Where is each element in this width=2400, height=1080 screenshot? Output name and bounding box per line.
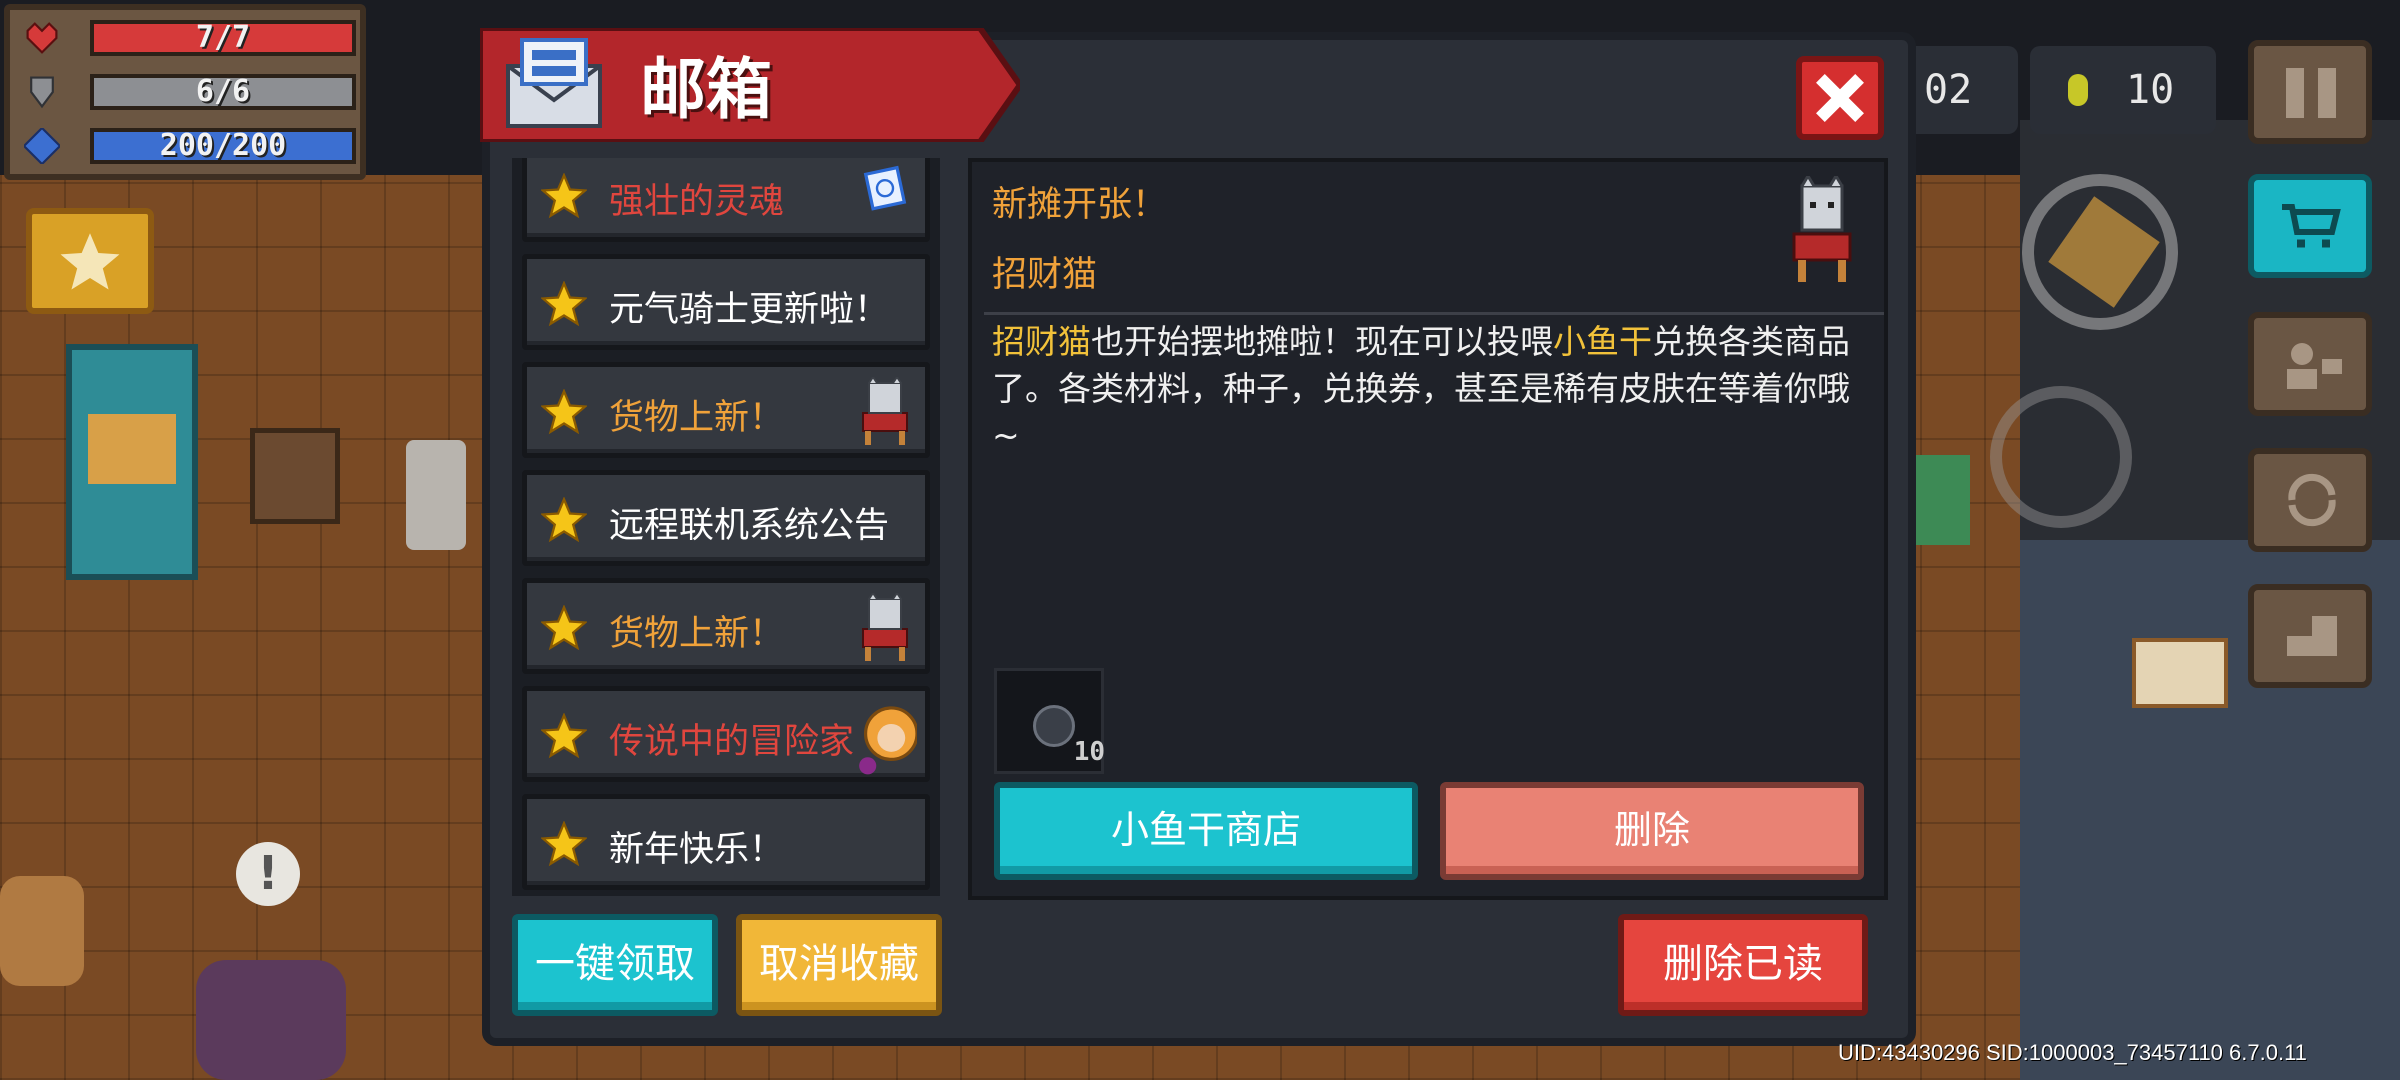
mail-sender: 新摊开张！ [992,185,1168,225]
achievement-button[interactable] [26,208,154,314]
cat-thumbnail-icon [857,375,913,447]
favorite-star-icon [539,496,589,543]
wooden-cabinet [250,428,340,524]
fish-coin-icon [1033,705,1075,747]
delete-read-button[interactable]: 删除已读 [1618,914,1868,1016]
swap-icon [2288,473,2336,527]
attachment-slot[interactable]: 10 [994,668,1105,774]
heart-icon [26,22,58,54]
pet-sprite [0,876,84,986]
pause-button[interactable] [2248,40,2372,144]
coin-icon [2068,74,2088,106]
lucky-cat-icon [1792,176,1852,282]
character-sprite [196,960,346,1080]
weapon-icon [2048,196,2160,308]
arrow-up-right-icon [2287,616,2337,656]
favorite-star-icon [539,820,589,867]
dialog-title: 邮箱 [640,51,772,128]
mail-list-item[interactable]: 远程联机系统公告 [522,470,930,566]
vending-machine [66,344,198,580]
body-highlight-lucky-cat: 招财猫 [992,322,1091,361]
shop-cart-button[interactable] [2248,174,2372,278]
mail-list-item[interactable]: 强壮的灵魂 [522,158,930,242]
mail-subject: 招财猫 [992,255,1098,295]
detail-divider [984,312,1884,315]
body-highlight-fish: 小鱼干 [1553,322,1652,361]
coin-counter: 10 [2030,46,2216,134]
mail-list[interactable]: 强壮的灵魂元气骑士更新啦！ 货物上新！ 远程联机系统公告 货物上新！ 传说中的冒险家 新年… [512,158,940,896]
mail-item-label: 新年快乐！ [609,830,785,870]
favorite-star-icon [539,280,589,327]
cart-icon [2282,204,2341,248]
favorite-star-icon [539,172,589,219]
mail-body: 招财猫也开始摆地摊啦！现在可以投喂小鱼干兑换各类商品了。各类材料，种子，兑换券，… [992,318,1872,459]
attachment-count: 10 [1073,737,1105,767]
mail-item-label: 货物上新！ [609,398,785,438]
mail-envelope-icon [506,38,602,128]
uid-text: UID:43430296 SID:1000003_73457110 6.7.0.… [1838,1040,2307,1065]
profile-icon [2287,343,2342,389]
mail-list-item[interactable]: 元气骑士更新啦！ [522,254,930,350]
pause-icon [2286,68,2336,118]
favorite-star-icon [539,604,589,651]
unfavorite-button[interactable]: 取消收藏 [736,914,942,1016]
star-icon [60,233,120,290]
mail-item-label: 远程联机系统公告 [609,506,890,546]
mail-list-item[interactable]: 新年快乐！ [522,794,930,890]
mail-list-item[interactable]: 传说中的冒险家 [522,686,930,782]
cat-thumbnail-icon [857,591,913,663]
close-icon [1816,74,1864,122]
mail-list-item[interactable]: 货物上新！ [522,578,930,674]
mail-item-label: 货物上新！ [609,614,785,654]
mail-list-item[interactable]: 货物上新！ [522,362,930,458]
mail-item-label: 传说中的冒险家 [609,722,855,762]
upgrade-button[interactable] [2248,584,2372,688]
mail-item-label: 强壮的灵魂 [609,182,785,222]
hp-row: 7/7 [18,16,358,60]
coin-count: 10 [2126,67,2175,113]
hp-bar: 7/7 [90,20,356,56]
adventurer-thumbnail-icon [857,701,919,775]
close-button[interactable] [1796,56,1884,140]
switch-button[interactable] [2248,448,2372,552]
favorite-star-icon [539,712,589,759]
delete-button[interactable]: 删除 [1440,782,1864,880]
exclamation-bubble-icon: ! [236,842,300,906]
claim-all-button[interactable]: 一键领取 [512,914,718,1016]
player-stats-panel: 7/7 6/6 200/200 [4,4,366,180]
body-text-1: 也开始摆地摊啦！现在可以投喂 [1091,322,1553,361]
scroll-thumbnail-icon [857,161,913,231]
energy-bar: 200/200 [90,128,356,164]
profile-button[interactable] [2248,312,2372,416]
certificate-frame [2132,638,2228,708]
gem-count: 02 [1924,67,1973,113]
statue-pedestal [406,440,466,550]
skill-button[interactable] [1990,386,2132,528]
weapon-slot-button[interactable] [2022,174,2178,330]
energy-diamond-icon [24,128,60,164]
armor-row: 6/6 [18,70,358,114]
fish-shop-button[interactable]: 小鱼干商店 [994,782,1418,880]
mail-item-label: 元气骑士更新啦！ [609,290,890,330]
favorite-star-icon [539,388,589,435]
armor-bar: 6/6 [90,74,356,110]
energy-row: 200/200 [18,124,358,168]
shield-icon [30,76,54,109]
